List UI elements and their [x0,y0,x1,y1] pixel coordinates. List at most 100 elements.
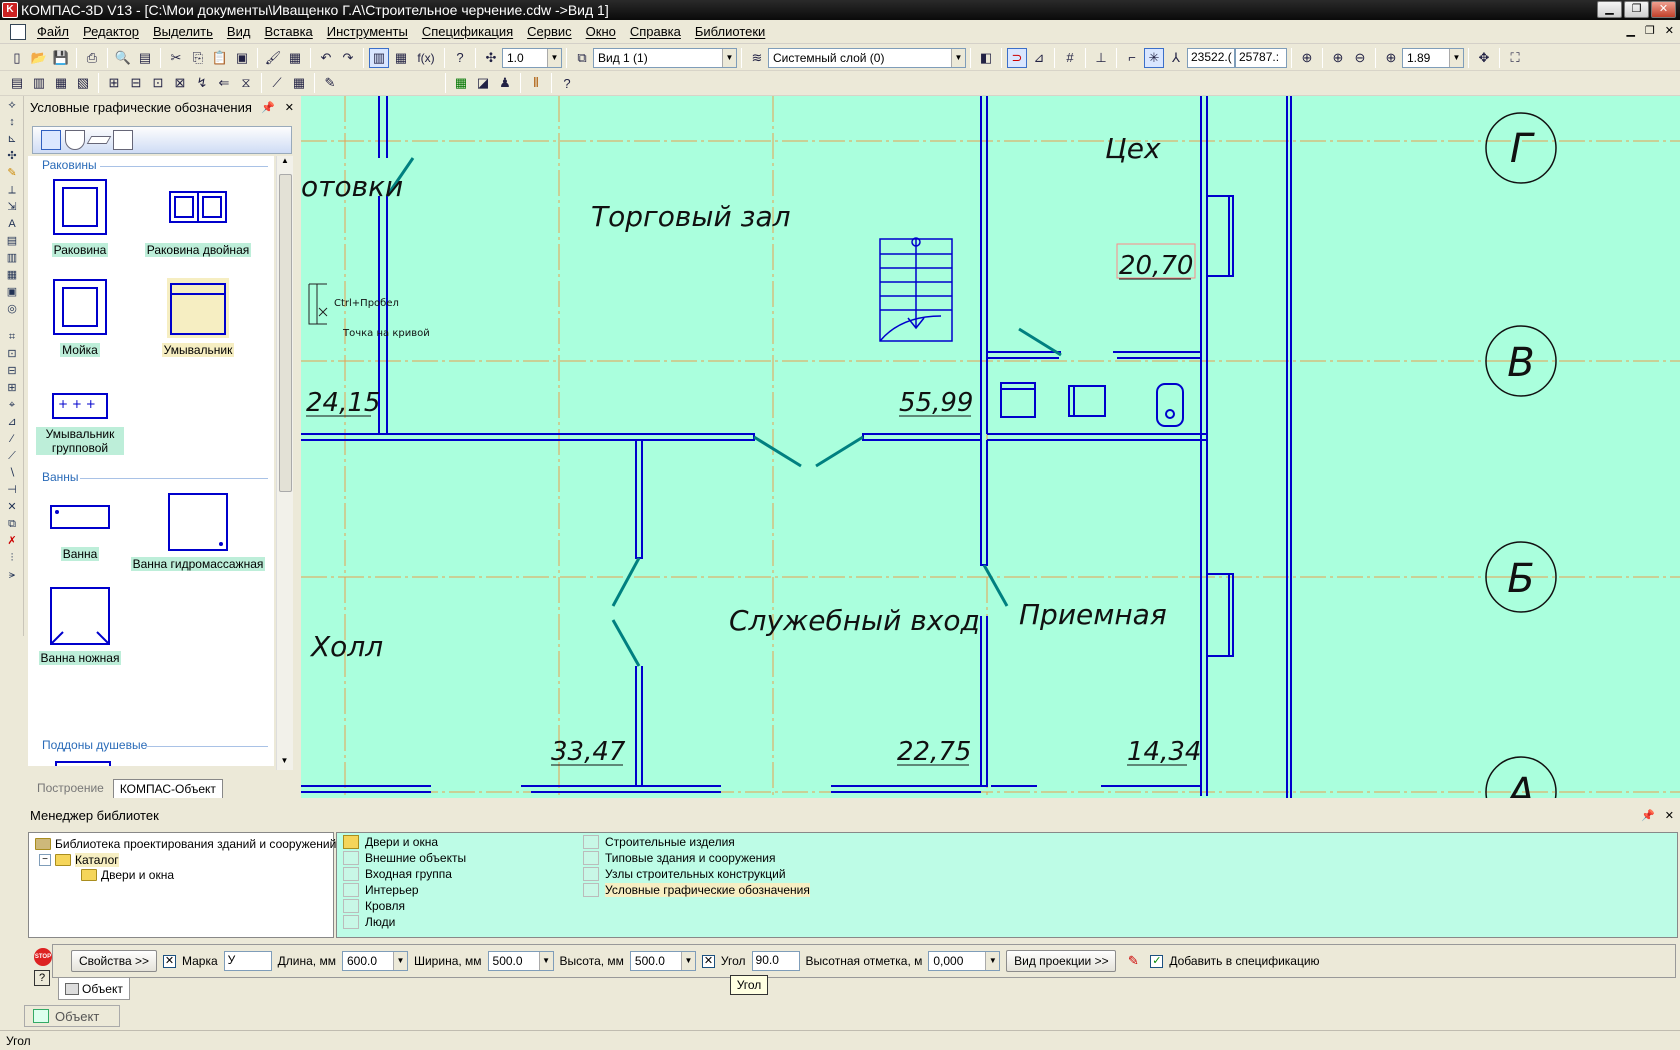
menu-view[interactable]: Вид [220,22,258,41]
frag-tool-icon[interactable]: ▣ [3,284,21,300]
menu-libraries[interactable]: Библиотеки [688,22,772,41]
angle-checkbox[interactable]: ✕ [701,954,715,968]
tile-foot-bath[interactable]: Ванна ножная [36,586,124,665]
report-icon[interactable]: ↯ [192,73,212,93]
view-combo[interactable]: Вид 1 (1) ▼ [593,47,737,68]
coordinates-icon[interactable]: ⅄ [1166,48,1186,68]
library-scrollbar[interactable]: ▲ ▼ [276,156,293,770]
list-item[interactable]: Строительные изделия [583,835,735,849]
mark-checkbox[interactable]: ✕ [163,954,176,968]
list-item[interactable]: Узлы строительных конструкций [583,867,786,881]
tile-bath[interactable]: Ванна [40,492,120,561]
menu-service[interactable]: Сервис [520,22,579,41]
dimensions-icon[interactable]: ▦ [391,48,411,68]
copy-icon[interactable]: ⎘ [188,48,208,68]
paste-icon[interactable]: 📋 [210,48,230,68]
shelf-icon[interactable]: ⫴ [526,73,546,93]
menu-specification[interactable]: Спецификация [415,22,520,41]
spec-object-icon[interactable]: ✎ [1123,951,1143,971]
layer-icon[interactable]: ≋ [747,48,767,68]
coord-y-field[interactable]: 25787.: [1235,47,1287,68]
object-subtab[interactable]: Объект [58,978,130,1000]
open-file-icon[interactable]: 📂 [29,48,49,68]
tab-kompas-object[interactable]: КОМПАС-Объект [112,779,223,798]
redo-icon[interactable]: ↷ [338,48,358,68]
menu-select[interactable]: Выделить [146,22,220,41]
projection-button[interactable]: Вид проекции >> [1006,950,1117,972]
save-icon[interactable]: 💾 [51,48,71,68]
angle-field[interactable]: 90.0 [751,951,800,971]
spec-tool-icon[interactable]: ▤ [3,233,21,249]
local-cs-icon[interactable]: ⊥ [1091,48,1111,68]
tree-item-library[interactable]: Библиотека проектирования зданий и соору… [35,837,336,851]
document-icon[interactable] [10,23,26,40]
mdi-restore-icon[interactable]: ❐ [1645,24,1655,37]
spreadsheet-icon[interactable]: ▦ [451,73,471,93]
fx-icon[interactable]: f(x) [413,48,439,68]
scroll-up-icon[interactable]: ▲ [277,156,293,170]
length-field[interactable]: 600.0 ▼ [341,951,408,971]
drawing-canvas[interactable]: Ctrl+Пробел Точка на кривой отовки Торго… [301,96,1680,798]
undo-icon[interactable]: ↶ [316,48,336,68]
width-field[interactable]: 500.0 ▼ [487,951,554,971]
snap1-tool-icon[interactable]: ⌗ [3,329,21,345]
tile-jacuzzi[interactable]: Ванна гидромассажная [128,492,268,571]
list-item[interactable]: Условные графические обозначения [583,883,810,897]
list-item[interactable]: Интерьер [343,883,419,897]
measure-icon[interactable]: ⊟ [126,73,146,93]
param-icon[interactable]: ⊞ [104,73,124,93]
manager-icon[interactable]: ▤ [135,48,155,68]
scale-icon[interactable]: ✣ [481,48,501,68]
snap14-tool-icon[interactable]: ⫶ [3,550,21,566]
snap8-tool-icon[interactable]: ⟋ [3,448,21,464]
toilets-tab-icon[interactable] [65,130,85,150]
properties-icon[interactable]: ▦ [285,48,305,68]
snap2-tool-icon[interactable]: ⊡ [3,346,21,362]
annotation-icon[interactable]: ▦ [51,73,71,93]
scroll-down-icon[interactable]: ▼ [277,756,292,770]
menu-file[interactable]: Файл [30,22,76,41]
cut-icon[interactable]: ✂ [166,48,186,68]
manager-pin-icon[interactable]: 📌 [1641,809,1655,822]
zoom-out-icon[interactable]: ⊖ [1350,48,1370,68]
print-icon[interactable]: ⎙ [82,48,102,68]
minimize-button[interactable]: ▁ [1597,1,1622,18]
zoom-combo[interactable]: 1.89 ▼ [1402,47,1464,68]
stairs-tab-icon[interactable] [113,130,133,150]
collapse-icon[interactable]: − [39,854,51,866]
assoc-tool-icon[interactable]: A [3,216,21,232]
snap12-tool-icon[interactable]: ⧉ [3,516,21,532]
new-file-icon[interactable]: ▯ [7,48,27,68]
tree-item-doors[interactable]: Двери и окна [81,868,174,882]
grid-icon[interactable]: # [1060,48,1080,68]
variables-icon[interactable]: ▥ [369,47,389,68]
spec-checkbox[interactable]: ✓ [1150,954,1164,968]
measure-tool-icon[interactable]: ⟂ [3,182,21,198]
editing-tool-icon[interactable]: ✣ [3,148,21,164]
edit-icon[interactable]: ▧ [73,73,93,93]
restore-button[interactable]: ❐ [1624,1,1649,18]
dimension-icon[interactable]: ▥ [29,73,49,93]
fragment-icon[interactable]: ⧖ [236,73,256,93]
preview-icon[interactable]: 🔍 [113,48,133,68]
tab-construction[interactable]: Построение [30,778,111,798]
properties-button[interactable]: Свойства >> [71,950,157,972]
tile-lavatory[interactable]: Умывальник [128,278,268,357]
geometry-icon[interactable]: ▤ [7,73,27,93]
view-icon[interactable]: ⧉ [572,48,592,68]
help-pointer-icon[interactable]: ? [450,48,470,68]
paramet-tool-icon[interactable]: ✎ [3,165,21,181]
tile-double-sink[interactable]: Раковина двойная [128,178,268,257]
snap10-tool-icon[interactable]: ⊣ [3,482,21,498]
scale-combo[interactable]: 1.0 ▼ [502,47,562,68]
list-item[interactable]: Люди [343,915,395,929]
bottom-object-tab[interactable]: Объект [24,1005,120,1027]
spec-icon[interactable]: ⊠ [170,73,190,93]
tile-group-washbasin[interactable]: + + + Умывальник групповой [36,388,124,455]
snap3-tool-icon[interactable]: ⊟ [3,363,21,379]
menu-insert[interactable]: Вставка [257,22,319,41]
close-button[interactable]: ✕ [1651,1,1676,18]
tree-item-catalog[interactable]: − Каталог [39,853,119,867]
snap7-tool-icon[interactable]: ∕ [3,431,21,447]
mdi-close-icon[interactable]: ✕ [1665,24,1674,37]
